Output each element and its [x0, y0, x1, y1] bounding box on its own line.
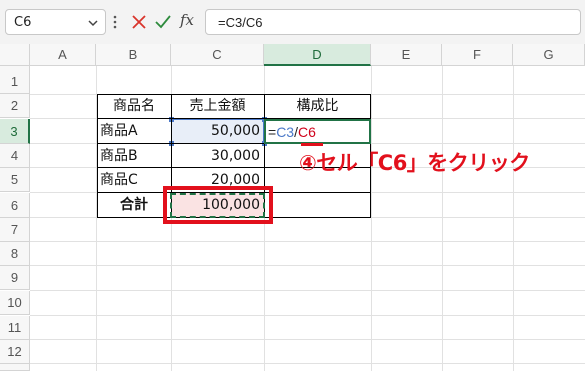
name-box-value: C6 — [14, 15, 32, 30]
row-header-13-partial[interactable] — [0, 364, 30, 371]
name-box[interactable]: C6 — [5, 9, 106, 35]
more-options-icon[interactable] — [112, 13, 118, 31]
gridline — [30, 241, 585, 242]
row-header-9[interactable]: 9 — [0, 266, 30, 290]
row-header-1[interactable]: 1 — [0, 70, 30, 94]
enter-check-icon[interactable] — [153, 12, 173, 32]
highlight-box-c6 — [163, 186, 273, 224]
gridline — [30, 339, 585, 340]
table-border — [97, 94, 98, 218]
formula-bar: C6 fx =C3/C6 — [0, 0, 585, 44]
gridline — [30, 363, 585, 364]
row-header-3[interactable]: 3 — [0, 119, 30, 144]
column-header-c[interactable]: C — [171, 44, 264, 66]
header-product-name[interactable]: 商品名 — [97, 94, 171, 118]
gridline — [30, 290, 585, 291]
cell-b6-total-label[interactable]: 合計 — [97, 193, 171, 218]
reference-underline — [301, 143, 323, 146]
column-header-f[interactable]: F — [442, 44, 513, 66]
header-sales-amount[interactable]: 売上金額 — [171, 94, 264, 118]
gridline — [30, 265, 585, 266]
cell-b5[interactable]: 商品C — [97, 168, 171, 193]
formula-in-cell: =C3/C6 — [268, 122, 316, 142]
formula-ref-c6: C6 — [297, 124, 316, 140]
insert-function-icon[interactable]: fx — [180, 11, 194, 29]
column-header-a[interactable]: A — [30, 44, 96, 66]
formula-input[interactable]: =C3/C6 — [205, 9, 581, 35]
row-header-12[interactable]: 12 — [0, 340, 30, 364]
cell-b3[interactable]: 商品A — [97, 119, 171, 144]
header-composition-ratio[interactable]: 構成比 — [264, 94, 371, 118]
row-header-8[interactable]: 8 — [0, 242, 30, 266]
cancel-icon[interactable] — [130, 13, 148, 31]
select-all-corner[interactable] — [0, 44, 30, 66]
column-header-b[interactable]: B — [96, 44, 171, 66]
column-header-d[interactable]: D — [264, 44, 371, 66]
row-header-2[interactable]: 2 — [0, 94, 30, 118]
formula-ref-c3: C3 — [276, 124, 295, 140]
column-header-e[interactable]: E — [371, 44, 442, 66]
gridline — [442, 66, 443, 371]
cell-c4[interactable]: 30,000 — [171, 144, 264, 168]
row-header-gap — [0, 66, 30, 70]
chevron-down-icon[interactable] — [87, 18, 99, 28]
formula-eq: = — [268, 124, 277, 140]
formula-text: =C3/C6 — [218, 15, 263, 30]
row-header-5[interactable]: 5 — [0, 168, 30, 192]
row-header-4[interactable]: 4 — [0, 144, 30, 168]
row-header-6[interactable]: 6 — [0, 193, 30, 218]
row-header-7[interactable]: 7 — [0, 218, 30, 242]
table-border — [97, 94, 371, 95]
cell-d3-editing[interactable]: =C3/C6 — [264, 119, 371, 144]
cell-b4[interactable]: 商品B — [97, 144, 171, 168]
row-header-11[interactable]: 11 — [0, 316, 30, 340]
gridline — [371, 66, 372, 371]
gridline — [513, 66, 514, 371]
column-header-g[interactable]: G — [513, 44, 585, 66]
gridline — [30, 315, 585, 316]
row-header-10[interactable]: 10 — [0, 291, 30, 315]
cell-c3[interactable]: 50,000 — [171, 119, 264, 144]
instruction-annotation: ④セル「C6」をクリック — [299, 151, 530, 175]
